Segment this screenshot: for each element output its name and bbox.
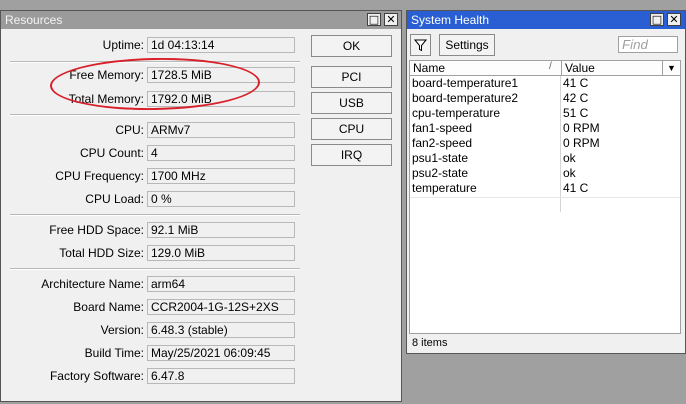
row-name: board-temperature2 [412,91,519,105]
row-value: 41 C [563,76,589,90]
table-row[interactable]: temperature 41 C [410,181,680,196]
row-name: temperature [412,181,477,195]
row-value: 0 RPM [563,136,600,150]
close-icon[interactable]: ✕ [384,13,398,26]
cpu-load-label: CPU Load: [85,192,144,206]
row-value: 42 C [563,91,589,105]
column-value-label: Value [565,61,595,75]
find-input[interactable] [618,36,678,53]
resources-title: Resources [5,13,63,27]
version-field[interactable]: 6.48.3 (stable) [147,322,295,338]
free-hdd-field[interactable]: 92.1 MiB [147,222,295,238]
total-memory-label: Total Memory: [68,92,144,106]
table-row[interactable]: psu2-state ok [410,166,680,181]
board-name-field[interactable]: CCR2004-1G-12S+2XS [147,299,295,315]
cpu-frequency-label: CPU Frequency: [55,169,144,183]
free-memory-label: Free Memory: [69,68,144,82]
column-name-label: Name [413,61,446,75]
row-value: ok [563,151,576,165]
table-header: Name / Value ▼ [410,61,680,76]
settings-button[interactable]: Settings [439,34,495,56]
version-label: Version: [100,323,144,337]
row-name: fan1-speed [412,121,473,135]
table-row[interactable]: fan2-speed 0 RPM [410,136,680,151]
maximize-icon[interactable]: □ [367,13,381,26]
column-menu-icon[interactable]: ▼ [662,61,680,75]
row-value: 0 RPM [563,121,600,135]
item-count: 8 items [412,337,448,349]
row-name: board-temperature1 [412,76,519,90]
funnel-icon [413,39,428,52]
total-memory-field[interactable]: 1792.0 MiB [147,91,295,107]
factory-software-field[interactable]: 6.47.8 [147,368,295,384]
cpu-label: CPU: [115,123,144,137]
separator [10,214,300,216]
cpu-frequency-field[interactable]: 1700 MHz [147,168,295,184]
table-row[interactable]: cpu-temperature 51 C [410,106,680,121]
column-header-name[interactable]: Name [410,61,560,75]
maximize-icon[interactable]: □ [650,13,664,26]
column-header-value[interactable]: Value [561,61,661,75]
table-row[interactable]: fan1-speed 0 RPM [410,121,680,136]
row-value: 41 C [563,181,589,195]
build-time-field[interactable]: May/25/2021 06:09:45 [147,345,295,361]
table-row[interactable]: board-temperature2 42 C [410,91,680,106]
build-time-label: Build Time: [84,346,144,360]
table-row[interactable]: board-temperature1 41 C [410,76,680,91]
filter-button[interactable] [410,34,431,56]
separator [10,61,300,63]
uptime-field[interactable]: 1d 04:13:14 [147,37,295,53]
factory-software-label: Factory Software: [49,369,144,383]
row-name: cpu-temperature [412,106,501,120]
separator [10,268,300,270]
row-name: psu2-state [412,166,469,180]
board-name-label: Board Name: [73,300,144,314]
total-hdd-field[interactable]: 129.0 MiB [147,245,295,261]
row-divider [410,197,680,198]
free-hdd-label: Free HDD Space: [49,223,144,237]
free-memory-field[interactable]: 1728.5 MiB [147,67,295,83]
resources-titlebar[interactable]: Resources □ ✕ [1,11,401,29]
ok-button[interactable]: OK [311,35,392,57]
total-hdd-label: Total HDD Size: [59,246,144,260]
cpu-button[interactable]: CPU [311,118,392,140]
cpu-field[interactable]: ARMv7 [147,122,295,138]
cpu-count-label: CPU Count: [79,146,144,160]
status-bar: 8 items [409,333,681,352]
architecture-field[interactable]: arm64 [147,276,295,292]
row-name: psu1-state [412,151,469,165]
system-health-titlebar[interactable]: System Health □ ✕ [407,11,685,29]
pci-button[interactable]: PCI [311,66,392,88]
row-value: ok [563,166,576,180]
health-table: Name / Value ▼ board-temperature1 41 C b… [409,60,681,352]
uptime-label: Uptime: [102,38,144,52]
row-name: fan2-speed [412,136,473,150]
table-row[interactable]: psu1-state ok [410,151,680,166]
separator [10,114,300,116]
cpu-count-field[interactable]: 4 [147,145,295,161]
irq-button[interactable]: IRQ [311,144,392,166]
close-icon[interactable]: ✕ [667,13,681,26]
sort-indicator-icon: / [549,61,552,72]
usb-button[interactable]: USB [311,92,392,114]
system-health-title: System Health [411,13,490,27]
row-value: 51 C [563,106,589,120]
architecture-label: Architecture Name: [41,277,144,291]
cpu-load-field[interactable]: 0 % [147,191,295,207]
